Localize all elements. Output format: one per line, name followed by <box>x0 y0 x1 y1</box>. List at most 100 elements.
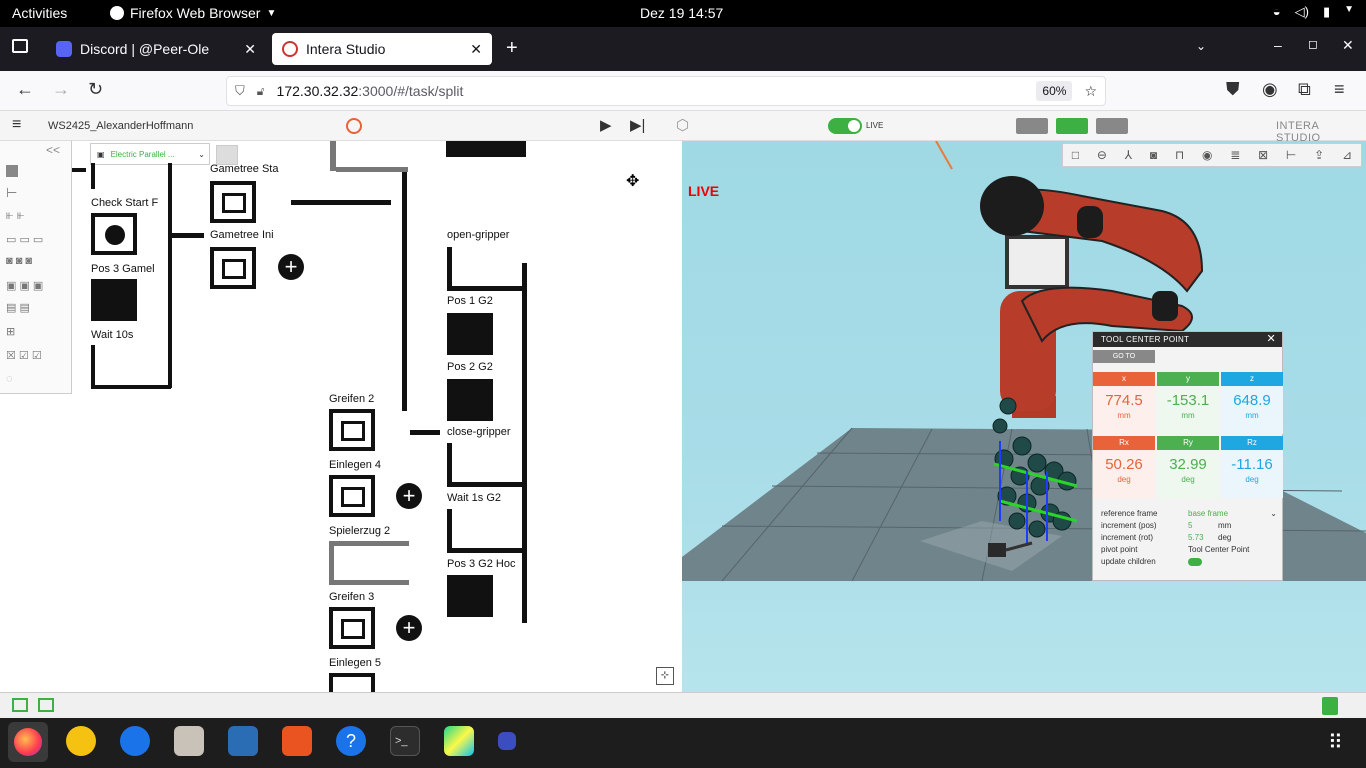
maximize-icon[interactable]: ◻ <box>1308 37 1318 51</box>
node-gametree-ini[interactable]: Gametree Ini <box>210 229 274 241</box>
palette-item[interactable]: ☒ ☑ ☑ <box>6 349 42 362</box>
node-open-gripper-box[interactable] <box>447 247 527 291</box>
palette-item[interactable]: ◌ <box>6 373 13 385</box>
palette-item[interactable]: ▤ ▤ <box>6 301 30 314</box>
app-icon[interactable] <box>498 732 516 750</box>
node-pos1g2[interactable]: Pos 1 G2 <box>447 295 493 307</box>
close-icon[interactable]: ✕ <box>470 41 482 58</box>
node-pos3-gamel-box[interactable] <box>91 279 137 321</box>
thunderbird-icon[interactable] <box>120 726 150 756</box>
tcp-cell-y[interactable]: y -153.1 mm <box>1157 372 1219 434</box>
node-greifen2-box[interactable] <box>329 409 375 451</box>
axis-value[interactable]: 32.99 <box>1169 456 1207 473</box>
writer-icon[interactable] <box>228 726 258 756</box>
account-icon[interactable]: ◉ <box>1262 79 1278 100</box>
pivot-select[interactable]: Tool Center Point <box>1188 544 1249 556</box>
url-bar[interactable]: ⛉ 🔓︎ 172.30.32.32:3000/#/task/split 60% … <box>226 76 1106 106</box>
palette-item[interactable]: ⊢ <box>6 185 17 201</box>
software-icon[interactable] <box>282 726 312 756</box>
palette-item[interactable]: ▣ ▣ ▣ <box>6 279 43 292</box>
tab-overview-icon[interactable] <box>12 39 28 53</box>
graph-icon[interactable]: ⊿ <box>1342 148 1352 162</box>
node-gametree-ini-box[interactable] <box>210 247 256 289</box>
extensions-icon[interactable]: ⧉ <box>1298 79 1311 100</box>
new-tab-icon[interactable]: + <box>506 37 518 60</box>
tcp-cell-rz[interactable]: Rz -11.16 deg <box>1221 436 1283 498</box>
add-node-icon[interactable]: + <box>396 483 422 509</box>
close-icon[interactable]: ✕ <box>244 41 256 58</box>
node-greifen3-box[interactable] <box>329 607 375 649</box>
zoom-badge[interactable]: 60% <box>1036 81 1073 101</box>
snapshot-button[interactable] <box>216 145 238 165</box>
axis-value[interactable]: -153.1 <box>1167 392 1210 409</box>
camera-icon[interactable]: ◙ <box>1150 148 1157 162</box>
system-tray[interactable]: ◒ ◁) ▮ ▼ <box>1273 4 1354 20</box>
robot-status-icon[interactable] <box>346 118 362 134</box>
palette-collapse-button[interactable]: << <box>46 143 60 157</box>
node-close-gripper[interactable]: close-gripper <box>447 426 511 438</box>
axes-icon[interactable]: ⅄ <box>1125 148 1132 162</box>
node-wait1s[interactable]: Wait 1s G2 <box>447 492 501 504</box>
inc-rot-input[interactable]: 5.73 <box>1188 532 1218 544</box>
goto-button[interactable]: GO TO <box>1093 350 1155 363</box>
palette-item[interactable]: ⫦ ⫦ <box>6 207 24 223</box>
hamburger-icon[interactable]: ≡ <box>12 116 21 134</box>
pocket-icon[interactable]: ⛊ <box>1226 79 1240 100</box>
forward-icon[interactable]: → <box>52 79 70 100</box>
pycharm-icon[interactable] <box>444 726 474 756</box>
rhythmbox-icon[interactable] <box>66 726 96 756</box>
add-node-icon[interactable]: + <box>278 254 304 280</box>
node-pos2g2-box[interactable] <box>447 379 493 421</box>
play-icon[interactable]: ▶ <box>600 116 612 134</box>
add-node-icon[interactable]: + <box>396 615 422 641</box>
task-editor-canvas[interactable]: << ⊢ ⫦ ⫦ ▭ ▭ ▭ ◙ ◙ ◙ ▣ ▣ ▣ ▤ ▤ ⊞ ☒ ☑ ☑ ◌… <box>0 141 682 692</box>
layout-list-icon[interactable] <box>12 698 28 712</box>
tab-list-icon[interactable]: ⌄ <box>1196 39 1206 53</box>
list-icon[interactable]: ≣ <box>1230 148 1240 162</box>
chevron-down-icon[interactable]: ⌄ <box>1270 508 1277 520</box>
node-spielerzug2-box[interactable] <box>329 541 409 585</box>
layout-left-button[interactable] <box>1016 118 1048 134</box>
node-spielerzug2[interactable]: Spielerzug 2 <box>329 525 390 537</box>
activities-button[interactable]: Activities <box>12 5 67 21</box>
node-pos2g2[interactable]: Pos 2 G2 <box>447 361 493 373</box>
app-menu[interactable]: Firefox Web Browser ▼ <box>110 5 276 21</box>
back-icon[interactable]: ← <box>16 79 34 100</box>
node-check-start[interactable]: Check Start F <box>91 197 158 209</box>
node-gametree-sta[interactable]: Gametree Sta <box>210 163 278 175</box>
palette-item[interactable]: ▭ ▭ ▭ <box>6 233 43 246</box>
node-pos3g2hoc-box[interactable] <box>447 575 493 617</box>
tree-icon[interactable]: ⊢ <box>1286 148 1296 162</box>
axis-value[interactable]: 774.5 <box>1105 392 1143 409</box>
robot-mode-icon[interactable] <box>1322 697 1338 715</box>
node-pos3g2hoc[interactable]: Pos 3 G2 Hoc <box>447 558 515 570</box>
tcp-cell-ry[interactable]: Ry 32.99 deg <box>1157 436 1219 498</box>
node-gametree-sta-box[interactable] <box>210 181 256 223</box>
zoom-out-icon[interactable]: ⊖ <box>1097 148 1107 162</box>
firefox-icon[interactable] <box>8 722 48 762</box>
tcp-cell-x[interactable]: x 774.5 mm <box>1093 372 1155 434</box>
tcp-cell-z[interactable]: z 648.9 mm <box>1221 372 1283 434</box>
palette-item[interactable] <box>6 165 18 177</box>
node-einlegen4-box[interactable] <box>329 475 375 517</box>
node-pos1g2-box[interactable] <box>447 313 493 355</box>
node-wait1s-box[interactable] <box>447 509 527 553</box>
gripper-view-icon[interactable]: ⊓ <box>1175 148 1184 162</box>
reload-icon[interactable]: ↻ <box>88 79 103 100</box>
axis-value[interactable]: 50.26 <box>1105 456 1143 473</box>
node-greifen2[interactable]: Greifen 2 <box>329 393 374 405</box>
window-close-icon[interactable]: ✕ <box>1342 37 1354 54</box>
terminal-icon[interactable]: >_ <box>390 726 420 756</box>
help-icon[interactable]: ? <box>336 726 366 756</box>
close-icon[interactable]: ✕ <box>1266 332 1276 347</box>
tab-discord[interactable]: Discord | @Peer-Ole ✕ <box>46 33 266 65</box>
layout-split-button[interactable] <box>1056 118 1088 134</box>
clock[interactable]: Dez 19 14:57 <box>640 5 723 21</box>
node-wait10-box[interactable] <box>91 345 171 389</box>
project-name[interactable]: WS2425_AlexanderHoffmann <box>48 120 193 132</box>
inc-pos-input[interactable]: 5 <box>1188 520 1218 532</box>
axis-value[interactable]: 648.9 <box>1233 392 1271 409</box>
node-check-start-box[interactable] <box>91 213 137 255</box>
frame-icon[interactable]: □ <box>1072 148 1079 162</box>
tcp-cell-rx[interactable]: Rx 50.26 deg <box>1093 436 1155 498</box>
